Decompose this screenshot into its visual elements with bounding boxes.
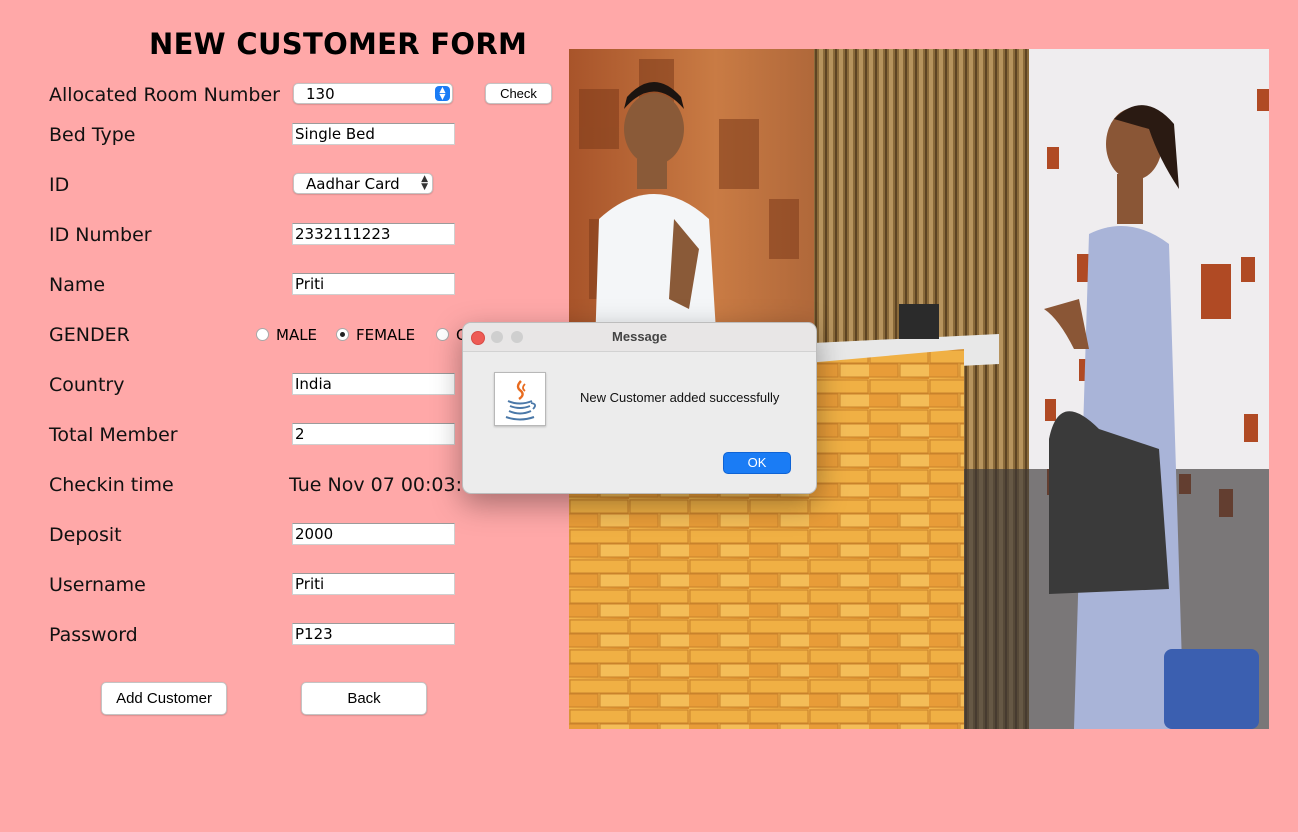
password-field[interactable]: P123 [292, 623, 455, 645]
checkin-time-value: Tue Nov 07 00:03:4 [289, 474, 462, 496]
gender-female-label[interactable]: FEMALE [356, 326, 415, 344]
ok-button[interactable]: OK [723, 452, 791, 474]
gender-other-radio[interactable] [436, 328, 449, 341]
id-type-select[interactable]: Aadhar Card ▲ ▼ [293, 173, 433, 194]
username-label: Username [49, 574, 146, 596]
country-field[interactable]: India [292, 373, 455, 395]
room-number-value: 130 [306, 85, 335, 103]
gender-male-label[interactable]: MALE [276, 326, 317, 344]
country-label: Country [49, 374, 125, 396]
deposit-field[interactable]: 2000 [292, 523, 455, 545]
id-label: ID [49, 174, 70, 196]
deposit-label: Deposit [49, 524, 122, 546]
gender-male-radio[interactable] [256, 328, 269, 341]
select-arrows-icon: ▲ ▼ [435, 86, 450, 101]
dialog-message: New Customer added successfully [580, 390, 780, 405]
room-number-label: Allocated Room Number [49, 84, 280, 106]
add-customer-button[interactable]: Add Customer [101, 682, 227, 715]
gender-female-radio[interactable] [336, 328, 349, 341]
id-number-field[interactable]: 2332111223 [292, 223, 455, 245]
dialog-title: Message [612, 329, 667, 344]
gender-label: GENDER [49, 324, 130, 346]
username-field[interactable]: Priti [292, 573, 455, 595]
message-dialog: Message New Customer added successfully … [462, 322, 817, 494]
back-button[interactable]: Back [301, 682, 427, 715]
form-title: NEW CUSTOMER FORM [149, 27, 528, 61]
total-member-field[interactable]: 2 [292, 423, 455, 445]
check-button[interactable]: Check [485, 83, 552, 104]
name-field[interactable]: Priti [292, 273, 455, 295]
bed-type-label: Bed Type [49, 124, 136, 146]
room-number-select[interactable]: 130 ▲ ▼ [293, 83, 453, 104]
gender-radio-group: MALE FEMALE O [256, 326, 468, 344]
bed-type-field[interactable]: Single Bed [292, 123, 455, 145]
id-type-value: Aadhar Card [306, 175, 400, 193]
name-label: Name [49, 274, 106, 296]
select-arrows-icon: ▲ ▼ [421, 174, 428, 192]
dialog-titlebar: Message [463, 323, 816, 352]
checkin-label: Checkin time [49, 474, 174, 496]
total-member-label: Total Member [49, 424, 178, 446]
id-number-label: ID Number [49, 224, 152, 246]
java-icon [494, 372, 546, 426]
password-label: Password [49, 624, 138, 646]
